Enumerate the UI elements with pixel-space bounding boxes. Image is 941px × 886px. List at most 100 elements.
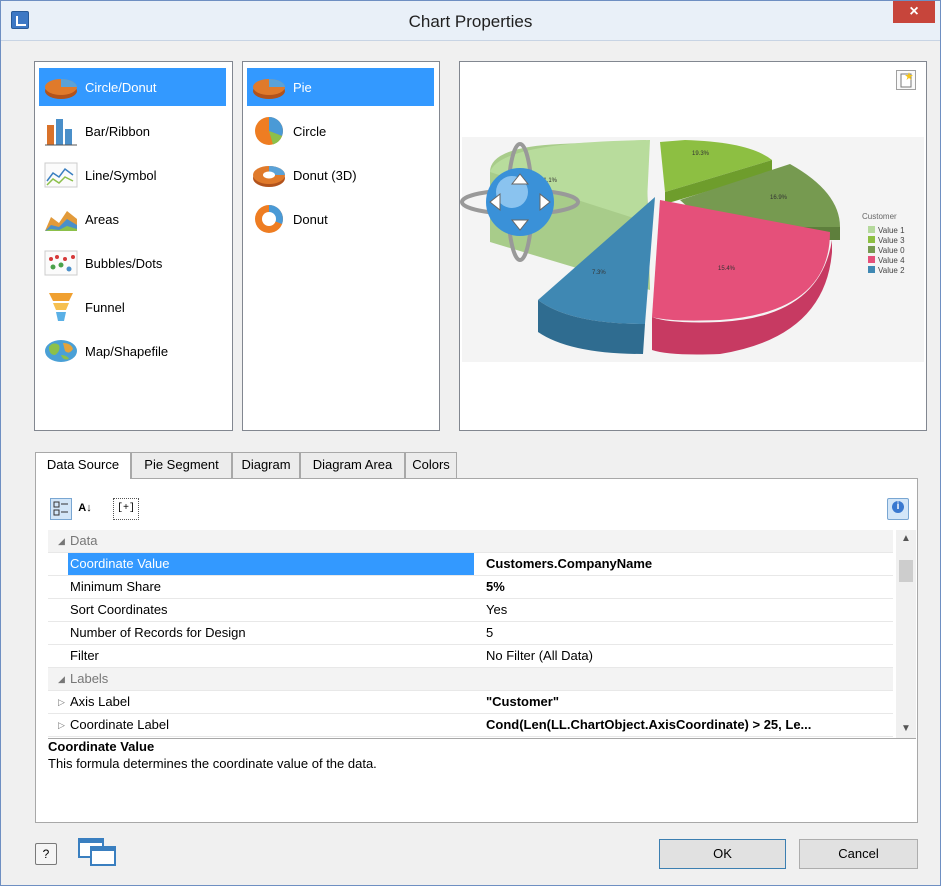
legend-item: Value 1 bbox=[878, 226, 905, 235]
chart-type-areas[interactable]: Areas bbox=[39, 200, 226, 238]
scroll-down-icon[interactable]: ▼ bbox=[896, 720, 916, 738]
categorized-view-button[interactable] bbox=[50, 498, 72, 520]
property-value[interactable]: 5 bbox=[486, 622, 893, 644]
slice-label-value-4: 15.4% bbox=[718, 266, 736, 272]
category-label: Labels bbox=[70, 671, 109, 686]
property-value[interactable]: No Filter (All Data) bbox=[486, 645, 893, 667]
description-title: Coordinate Value bbox=[48, 739, 155, 754]
chart-type-label: Funnel bbox=[85, 299, 125, 315]
chart-type-label: Circle/Donut bbox=[85, 79, 157, 95]
chart-type-label: Line/Symbol bbox=[85, 167, 157, 183]
legend-item: Value 0 bbox=[878, 246, 905, 255]
chart-type-bubbles-dots[interactable]: Bubbles/Dots bbox=[39, 244, 226, 282]
windows-icon[interactable] bbox=[77, 837, 119, 867]
property-value[interactable]: Yes bbox=[486, 599, 893, 621]
category-labels[interactable]: ◢ Labels bbox=[48, 668, 893, 691]
collapse-icon[interactable]: ◢ bbox=[58, 530, 65, 552]
chart-subtype-circle[interactable]: Circle bbox=[247, 112, 434, 150]
slice-label-value-3: 19.3% bbox=[692, 151, 710, 157]
close-button[interactable]: × bbox=[893, 1, 935, 23]
slice-label-value-0: 16.9% bbox=[770, 195, 788, 201]
legend-item: Value 3 bbox=[878, 236, 905, 245]
property-value[interactable]: 5% bbox=[486, 576, 893, 598]
data-source-panel: A↓ [+] ◢ Data Coordinate Value Customers… bbox=[35, 478, 918, 823]
tab-diagram[interactable]: Diagram bbox=[232, 452, 300, 478]
chart-subtype-list: Pie Circle Donut (3D) Donut bbox=[242, 61, 440, 431]
map-icon bbox=[45, 340, 77, 362]
chart-subtype-donut-3d[interactable]: Donut (3D) bbox=[247, 156, 434, 194]
funnel-icon bbox=[49, 293, 73, 321]
scroll-up-icon[interactable]: ▲ bbox=[896, 530, 916, 548]
donut-3d-icon bbox=[253, 166, 285, 187]
chart-subtype-label: Donut bbox=[293, 211, 328, 227]
property-name: Number of Records for Design bbox=[70, 625, 246, 640]
chart-type-circle-donut[interactable]: Circle/Donut bbox=[39, 68, 226, 106]
chart-type-list: Circle/Donut Bar/Ribbon Line/Symbol Area… bbox=[34, 61, 233, 431]
chart-type-line-symbol[interactable]: Line/Symbol bbox=[39, 156, 226, 194]
property-value[interactable]: Customers.CompanyName bbox=[486, 553, 893, 575]
help-button[interactable]: ? bbox=[35, 843, 57, 865]
property-row-axis-label[interactable]: ▷ Axis Label "Customer" bbox=[48, 691, 893, 714]
pie-chart-icon bbox=[45, 79, 77, 99]
area-chart-icon bbox=[45, 211, 77, 231]
property-grid-scrollbar[interactable]: ▲ ▼ bbox=[896, 530, 916, 738]
alphabetical-sort-button[interactable]: A↓ bbox=[74, 498, 96, 520]
collapse-icon[interactable]: ◢ bbox=[58, 668, 65, 690]
scroll-thumb[interactable] bbox=[899, 560, 913, 582]
tab-diagram-area[interactable]: Diagram Area bbox=[300, 452, 405, 478]
property-name: Coordinate Label bbox=[70, 717, 170, 732]
legend-item: Value 2 bbox=[878, 266, 905, 275]
property-row-coordinate-label[interactable]: ▷ Coordinate Label Cond(Len(LL.ChartObje… bbox=[48, 714, 893, 737]
property-grid: ◢ Data Coordinate Value Customers.Compan… bbox=[48, 530, 893, 738]
property-row-filter[interactable]: Filter No Filter (All Data) bbox=[48, 645, 893, 668]
dialog-title: Chart Properties bbox=[408, 12, 533, 31]
property-row-records-for-design[interactable]: Number of Records for Design 5 bbox=[48, 622, 893, 645]
chart-subtype-donut[interactable]: Donut bbox=[247, 200, 434, 238]
chart-preview: 19.3% 16.9% 15.4% 7.3% 41.1% Customer Va… bbox=[459, 61, 927, 431]
title-bar: Chart Properties × bbox=[1, 1, 940, 41]
property-name: Coordinate Value bbox=[68, 553, 474, 575]
tab-pie-segment[interactable]: Pie Segment bbox=[131, 452, 232, 478]
circle-chart-icon bbox=[255, 117, 283, 145]
expand-icon[interactable]: ▷ bbox=[58, 691, 65, 713]
pie-chart-preview: 19.3% 16.9% 15.4% 7.3% 41.1% Customer Va… bbox=[460, 140, 905, 355]
pie-3d-icon bbox=[253, 79, 285, 99]
legend-title: Customer bbox=[862, 212, 897, 221]
property-name: Filter bbox=[70, 648, 99, 663]
property-value[interactable]: "Customer" bbox=[486, 691, 893, 713]
bar-chart-icon bbox=[45, 119, 77, 146]
bubble-chart-icon bbox=[44, 250, 78, 276]
tab-data-source[interactable]: Data Source bbox=[35, 452, 131, 479]
line-chart-icon bbox=[44, 162, 78, 188]
ok-button[interactable]: OK bbox=[659, 839, 786, 869]
chart-subtype-label: Donut (3D) bbox=[293, 167, 357, 183]
chart-type-bar-ribbon[interactable]: Bar/Ribbon bbox=[39, 112, 226, 150]
chart-type-label: Map/Shapefile bbox=[85, 343, 169, 359]
property-row-coordinate-value[interactable]: Coordinate Value Customers.CompanyName bbox=[48, 553, 893, 576]
expand-icon[interactable]: ▷ bbox=[58, 714, 65, 736]
legend-item: Value 4 bbox=[878, 256, 905, 265]
category-data[interactable]: ◢ Data bbox=[48, 530, 893, 553]
slice-label-value-2: 7.3% bbox=[592, 270, 606, 276]
property-value[interactable]: Cond(Len(LL.ChartObject.AxisCoordinate) … bbox=[486, 714, 893, 736]
info-button[interactable] bbox=[887, 498, 909, 520]
property-name: Minimum Share bbox=[70, 579, 162, 594]
chart-type-label: Bubbles/Dots bbox=[85, 255, 163, 271]
property-row-sort-coordinates[interactable]: Sort Coordinates Yes bbox=[48, 599, 893, 622]
description-text: This formula determines the coordinate v… bbox=[48, 756, 377, 771]
property-description: Coordinate Value This formula determines… bbox=[48, 738, 916, 824]
chart-subtype-pie[interactable]: Pie bbox=[247, 68, 434, 106]
cancel-button[interactable]: Cancel bbox=[799, 839, 918, 869]
donut-icon bbox=[255, 205, 283, 233]
chart-type-map-shapefile[interactable]: Map/Shapefile bbox=[39, 332, 226, 370]
property-name: Axis Label bbox=[70, 694, 130, 709]
property-name: Sort Coordinates bbox=[70, 602, 168, 617]
tab-colors[interactable]: Colors bbox=[405, 452, 457, 478]
category-label: Data bbox=[70, 533, 98, 548]
chart-properties-dialog: Chart Properties × Circle/Donut Bar/Ribb… bbox=[0, 0, 941, 886]
categorized-icon bbox=[53, 501, 68, 516]
property-row-minimum-share[interactable]: Minimum Share 5% bbox=[48, 576, 893, 599]
chart-type-funnel[interactable]: Funnel bbox=[39, 288, 226, 326]
chart-type-label: Areas bbox=[85, 211, 119, 227]
expand-all-button[interactable]: [+] bbox=[113, 498, 139, 520]
